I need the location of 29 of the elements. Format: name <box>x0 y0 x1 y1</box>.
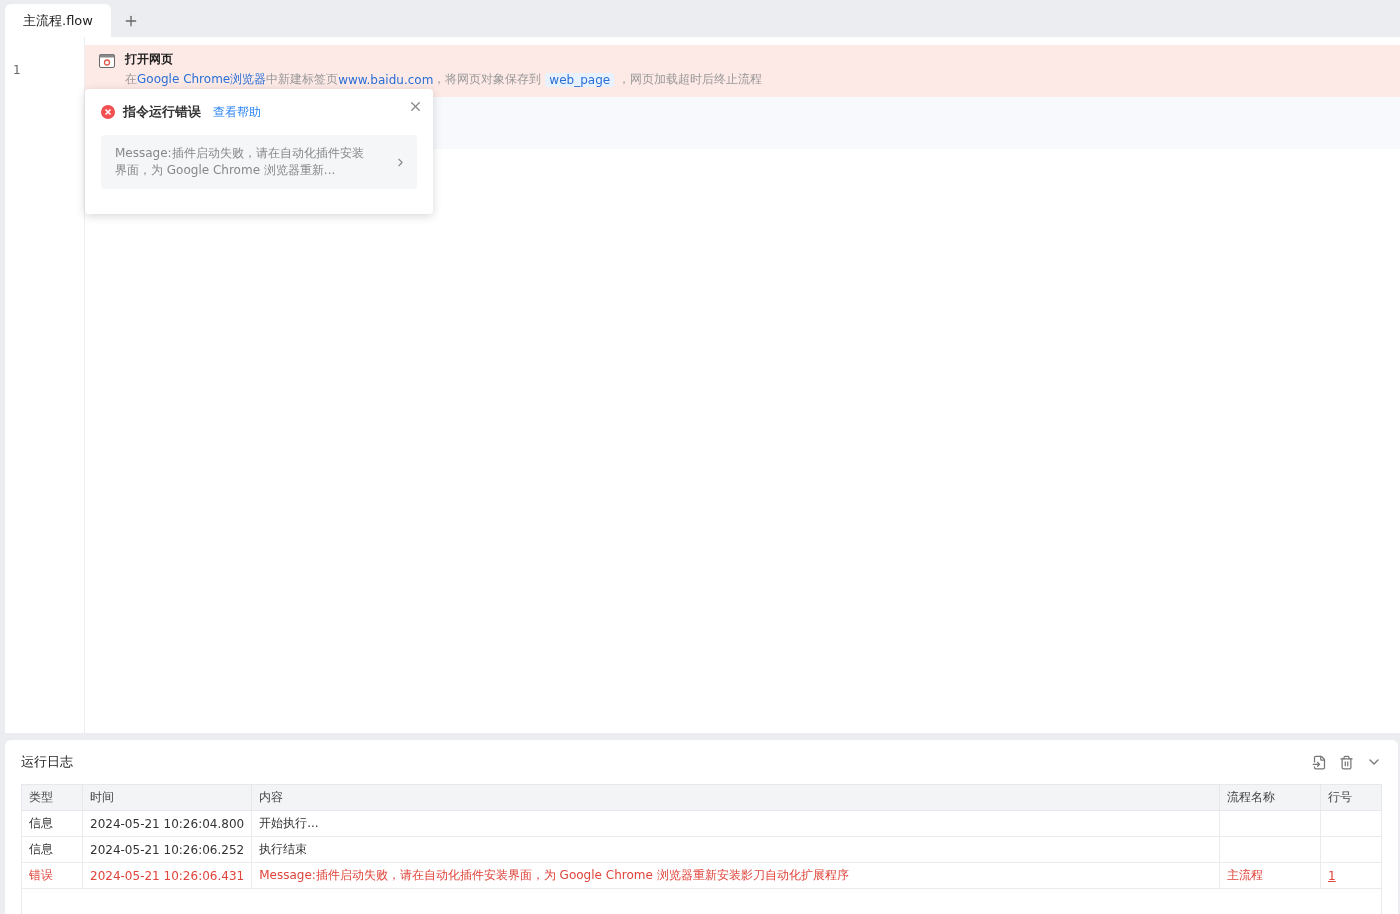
log-title: 运行日志 <box>21 753 73 771</box>
trash-icon[interactable] <box>1339 754 1354 770</box>
error-icon <box>101 105 115 120</box>
column-header: 行号 <box>1320 784 1382 811</box>
export-icon[interactable] <box>1312 754 1327 770</box>
file-tab[interactable]: 主流程.flow <box>5 4 111 38</box>
column-header: 内容 <box>251 784 1220 811</box>
help-link[interactable]: 查看帮助 <box>213 104 261 121</box>
table-cell: 开始执行... <box>251 810 1220 837</box>
table-cell: 2024-05-21 10:26:06.431 <box>82 862 252 889</box>
table-cell: 2024-05-21 10:26:06.252 <box>82 836 252 863</box>
step-title: 打开网页 <box>125 51 174 69</box>
popup-title: 指令运行错误 <box>123 103 201 122</box>
column-header: 流程名称 <box>1219 784 1321 811</box>
table-cell: 信息 <box>21 836 83 863</box>
table-cell: 信息 <box>21 810 83 837</box>
step-row[interactable]: 打开网页 在Google Chrome浏览器中新建标签页www.baidu.com，将网页对象保存到 web_page ，网页加载超时后终止流程 <box>85 45 1400 98</box>
browser-icon <box>99 54 115 69</box>
column-header: 类型 <box>21 784 83 811</box>
table-cell: 错误 <box>21 862 83 889</box>
table-cell: 主流程 <box>1219 862 1321 889</box>
table-cell: 执行结束 <box>251 836 1220 863</box>
table-cell: Message:插件启动失败，请在自动化插件安装界面，为 Google Chrome 浏览器重新安装影刀自动化扩展程序 <box>251 862 1220 889</box>
column-header: 时间 <box>82 784 252 811</box>
error-message[interactable]: Message:插件启动失败，请在自动化插件安装界面，为 Google Chrome 浏览器重新... <box>101 135 417 190</box>
table-cell: 2024-05-21 10:26:04.800 <box>82 810 252 837</box>
step-description: 在Google Chrome浏览器中新建标签页www.baidu.com，将网页对象保存到 web_page ，网页加载超时后终止流程 <box>125 71 763 89</box>
line-link[interactable]: 1 <box>1328 868 1336 883</box>
line-number: 1 <box>12 63 22 80</box>
